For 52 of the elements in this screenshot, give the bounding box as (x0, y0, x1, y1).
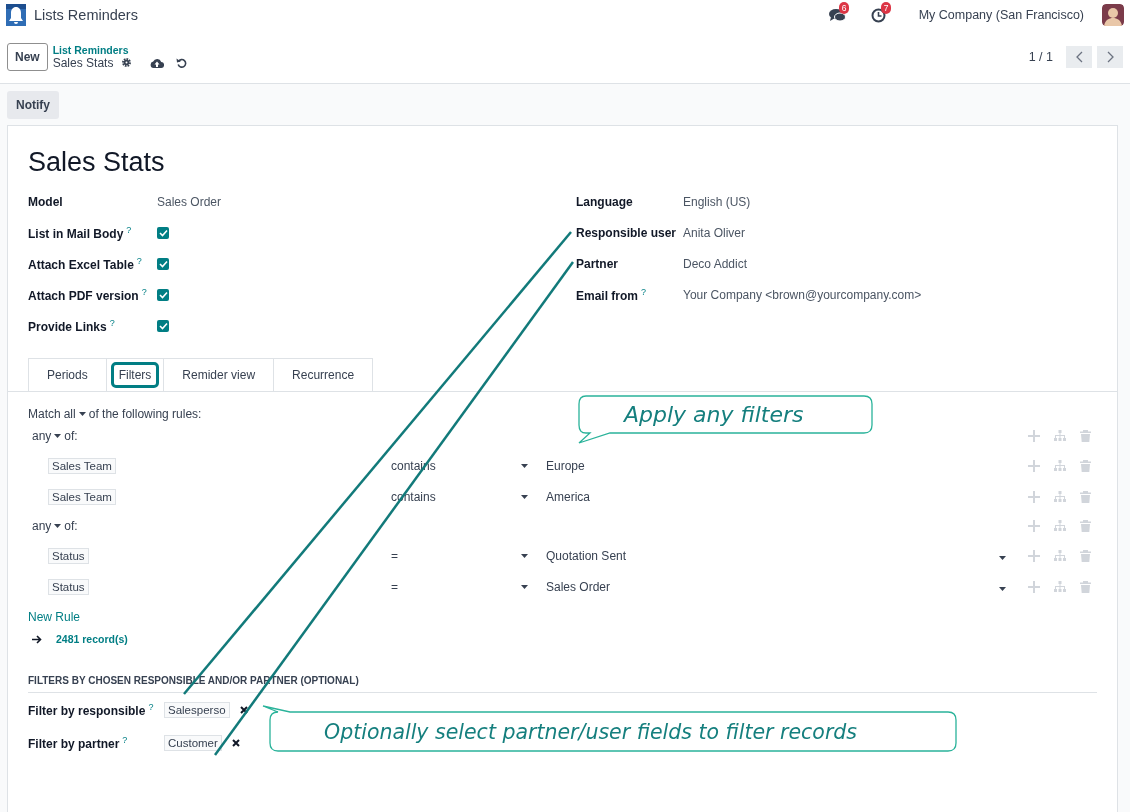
field-tag[interactable]: Sales Team (48, 488, 116, 505)
notify-button[interactable]: Notify (7, 91, 59, 119)
new-rule-link[interactable]: New Rule (28, 610, 81, 624)
field-tag[interactable]: Sales Team (48, 457, 116, 474)
field-tag[interactable]: Customer (164, 734, 222, 751)
field-label: Attach PDF version $^{?}$ (28, 288, 147, 303)
field-value: Sales Order (157, 194, 222, 209)
field-value: Deco Addict (683, 256, 748, 271)
callout-text: Apply any filters (624, 401, 804, 427)
pager-value[interactable]: 1 / 1 (1028, 49, 1053, 64)
new-button[interactable]: New (7, 42, 48, 71)
field-value: Your Company <brown@yourcompany.com> (683, 287, 922, 302)
field-value: Anita Oliver (683, 225, 746, 240)
record-count-link[interactable]: 2481 record(s) (56, 633, 128, 645)
field-label: Model (28, 194, 63, 209)
field-label: List in Mail Body $^{?}$ (28, 226, 132, 241)
rule-value[interactable]: Quotation Sent (546, 548, 999, 563)
breadcrumb-link[interactable]: List Reminders (52, 43, 188, 56)
record-name: Sales Stats (52, 55, 114, 70)
rule-value[interactable]: America (546, 489, 999, 504)
rule-value[interactable]: Sales Order (546, 579, 999, 594)
company-name[interactable]: My Company (San Francisco) (918, 8, 1084, 22)
field-label: Language (576, 194, 633, 209)
match-mode-dropdown[interactable]: all (63, 407, 76, 421)
field-tag[interactable]: Status (48, 547, 89, 564)
group-suffix: of: (64, 519, 78, 533)
group-mode-dropdown[interactable]: any (32, 519, 52, 533)
field-value: English (US) (683, 194, 751, 209)
field-label: Responsible user (576, 225, 677, 240)
record-title: Sales Stats (28, 147, 165, 178)
field-label: Filter by partner $^{?}$ (28, 736, 128, 751)
match-suffix: of the following rules: (88, 407, 202, 421)
field-label: Provide Links $^{?}$ (28, 319, 115, 334)
group-mode-dropdown[interactable]: any (32, 429, 52, 443)
group-suffix: of: (64, 429, 78, 443)
field-label: Filter by responsible $^{?}$ (28, 703, 154, 718)
field-label: Attach Excel Table $^{?}$ (28, 257, 142, 272)
field-label: Partner (576, 256, 619, 271)
operator-select[interactable]: = (391, 548, 521, 563)
tab[interactable]: Recurrence (273, 358, 374, 391)
app-title: Lists Reminders (34, 7, 138, 23)
field-tag[interactable]: Salesperso (164, 701, 230, 718)
match-label: Match (28, 407, 61, 421)
activity-count-badge: 7 (880, 2, 892, 14)
rule-value[interactable]: Europe (546, 458, 999, 473)
tab[interactable]: Filters (105, 358, 165, 391)
callout-text: Optionally select partner/user fields to filter records (324, 720, 858, 744)
operator-select[interactable]: = (391, 579, 521, 594)
field-tag[interactable]: Status (48, 578, 89, 595)
tab[interactable]: Periods (28, 358, 107, 391)
field-label: Email from $^{?}$ (576, 288, 647, 303)
message-count-badge: 6 (838, 2, 850, 14)
